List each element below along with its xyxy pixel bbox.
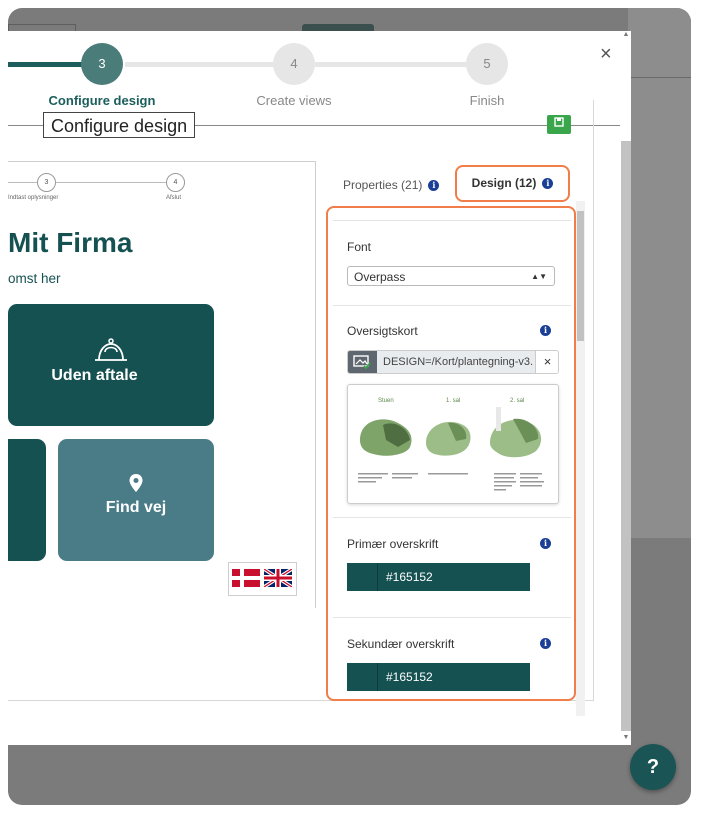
map-pin-icon — [129, 474, 143, 492]
scroll-up-arrow-icon[interactable]: ▲ — [621, 31, 631, 41]
mini-step-label: Afslut — [166, 195, 182, 201]
overview-section: Oversigtskort i DESIGN=/Kort/plantegning… — [333, 305, 571, 518]
mini-progress-line — [8, 182, 38, 183]
tab-design-label: Design (12) — [471, 176, 537, 190]
primary-heading-color-input[interactable]: #165152 — [347, 563, 530, 591]
secondary-heading-color-input[interactable]: #165152 — [347, 663, 530, 691]
primary-heading-color-value: #165152 — [386, 570, 433, 584]
mini-step: 3 — [37, 173, 56, 192]
tab-properties-label: Properties (21) — [343, 178, 423, 192]
primary-heading-label: Primær overskrift — [347, 537, 439, 551]
font-value: Overpass — [354, 270, 406, 284]
secondary-heading-color-value: #165152 — [386, 670, 433, 684]
mini-step: 4 — [166, 173, 185, 192]
info-icon[interactable]: i — [428, 180, 440, 192]
uk-flag-icon[interactable] — [264, 569, 292, 587]
wizard-progress-line — [125, 62, 275, 67]
overview-map-thumbnail[interactable]: Stuen 1. sal 2. sal — [347, 384, 559, 504]
danish-flag-icon[interactable] — [232, 569, 260, 587]
overview-file-path: DESIGN=/Kort/plantegning-v3. — [377, 351, 535, 373]
company-subtitle: omst her — [8, 271, 61, 286]
secondary-heading-section: Sekundær overskrift i #165152 — [333, 618, 571, 699]
tile-label: Find vej — [105, 499, 167, 516]
color-preview — [347, 663, 378, 691]
font-section: Font Overpass ▲▼ — [333, 220, 571, 306]
image-icon — [348, 351, 377, 373]
tile-find-vej[interactable]: Find vej — [58, 439, 214, 561]
wizard-progress-line — [315, 62, 468, 67]
map-label: Stuen — [378, 398, 394, 404]
design-panel: Font Overpass ▲▼ Oversigtskort i DESIGN=… — [326, 206, 576, 701]
info-icon[interactable]: i — [540, 538, 551, 549]
overview-label: Oversigtskort — [347, 324, 418, 338]
floorplan-image: Stuen 1. sal 2. sal — [358, 398, 544, 491]
map-label: 2. sal — [510, 398, 524, 404]
tab-properties[interactable]: Properties (21) i — [343, 178, 440, 192]
help-button[interactable]: ? — [630, 744, 676, 790]
mini-progress-line — [54, 182, 172, 183]
clear-file-button[interactable]: × — [535, 351, 558, 373]
font-label: Font — [347, 240, 372, 254]
language-switcher — [228, 562, 297, 596]
wizard-progress-done — [8, 62, 83, 67]
info-icon[interactable]: i — [540, 325, 551, 336]
company-name: Mit Firma — [8, 227, 133, 258]
sidebar-scrollbar-thumb[interactable] — [577, 211, 584, 341]
configure-modal: × 3 4 5 Configure design Create views Fi… — [8, 31, 631, 745]
wizard-step-5[interactable]: 5 — [466, 43, 508, 85]
select-arrows-icon: ▲▼ — [531, 272, 547, 281]
backdrop-divider — [628, 77, 691, 78]
close-icon[interactable]: × — [600, 43, 612, 66]
tile-uden-aftale[interactable]: Uden aftale — [8, 304, 214, 426]
wizard-step-4[interactable]: 4 — [273, 43, 315, 85]
info-icon[interactable]: i — [540, 638, 551, 649]
overview-file-field[interactable]: DESIGN=/Kort/plantegning-v3. × — [347, 350, 559, 374]
modal-scrollbar[interactable] — [621, 141, 631, 731]
secondary-heading-label: Sekundær overskrift — [347, 637, 455, 651]
primary-heading-section: Primær overskrift i #165152 — [333, 518, 571, 618]
backdrop-panel — [628, 8, 691, 538]
font-select[interactable]: Overpass ▲▼ — [347, 266, 555, 286]
sidebar-scrollbar[interactable] — [576, 201, 585, 716]
tab-design[interactable]: Design (12) i — [455, 165, 570, 202]
properties-sidebar: Properties (21) i Design (12) i Font Overp… — [326, 161, 588, 716]
map-label: 1. sal — [446, 398, 460, 404]
color-preview — [347, 563, 378, 591]
reception-bell-icon — [95, 338, 127, 361]
wizard-step-3[interactable]: 3 — [81, 43, 123, 85]
mini-step-label: Indtast oplysninger — [8, 195, 59, 201]
scroll-down-arrow-icon[interactable]: ▼ — [621, 734, 631, 744]
tile-partial[interactable] — [8, 439, 46, 561]
tile-label: Uden aftale — [51, 367, 138, 384]
preview-canvas: 3 4 Indtast oplysninger Afslut Mit Firma… — [8, 161, 316, 608]
info-icon[interactable]: i — [542, 178, 554, 190]
